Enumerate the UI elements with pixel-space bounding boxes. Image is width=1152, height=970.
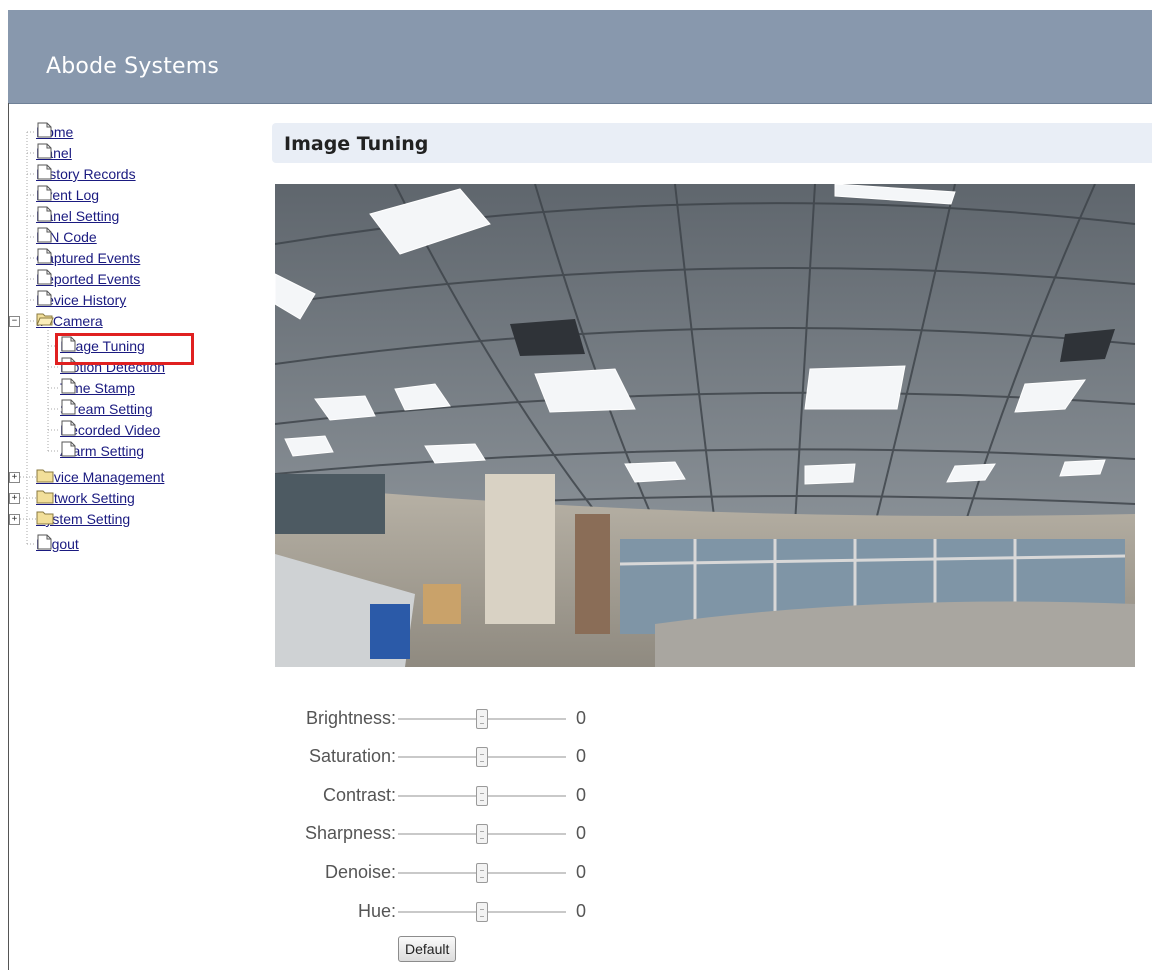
expand-toggle-device-management[interactable]: + [9,472,20,483]
sidebar-tree: Home Panel History Records Event Log Pan… [0,116,250,576]
page-icon [37,290,52,306]
denoise-slider[interactable] [398,863,566,883]
saturation-value: 0 [576,746,587,766]
sharpness-slider-thumb[interactable] [476,824,488,844]
sharpness-label: Sharpness: [304,823,396,843]
brightness-label: Brightness: [305,708,396,728]
folder-icon [36,490,54,504]
page-icon [37,227,52,243]
collapse-toggle-ip-camera[interactable]: − [9,316,20,327]
page-icon [61,336,76,352]
expand-toggle-system-setting[interactable]: + [9,514,20,525]
app-header: Abode Systems [8,10,1152,104]
folder-open-icon [36,313,54,326]
sidebar-item-time-stamp[interactable]: Time Stamp [60,378,135,398]
saturation-slider-row: Saturation: 0 [262,745,622,769]
page-icon [37,269,52,285]
camera-image [275,184,1135,667]
denoise-slider-row: Denoise: 0 [262,861,622,885]
page-icon [37,164,52,180]
page-title: Image Tuning [284,133,429,155]
sharpness-value: 0 [576,823,587,843]
denoise-label: Denoise: [324,862,396,882]
saturation-slider[interactable] [398,747,566,767]
saturation-slider-thumb[interactable] [476,747,488,767]
sidebar-item-device-management[interactable]: Device Management [36,467,164,487]
contrast-slider-thumb[interactable] [476,786,488,806]
sidebar-item-device-history[interactable]: Device History [36,290,126,310]
camera-live-view [275,184,1135,667]
page-icon [61,441,76,457]
sharpness-slider-row: Sharpness: 0 [262,822,622,846]
sidebar-item-history-records[interactable]: History Records [36,164,136,184]
sidebar-item-image-tuning[interactable]: Image Tuning [60,336,145,356]
page-icon [37,248,52,264]
sidebar-item-home[interactable]: Home [36,122,73,142]
expand-toggle-network-setting[interactable]: + [9,493,20,504]
hue-slider[interactable] [398,902,566,922]
hue-value: 0 [576,901,587,921]
sidebar-item-event-log[interactable]: Event Log [36,185,99,205]
brightness-slider[interactable] [398,709,566,729]
brightness-slider-thumb[interactable] [476,709,488,729]
folder-icon [36,469,54,483]
page-icon [37,206,52,222]
page-icon [37,185,52,201]
contrast-slider-row: Contrast: 0 [262,784,622,808]
denoise-value: 0 [576,862,587,882]
contrast-slider[interactable] [398,786,566,806]
page-icon [37,143,52,159]
sidebar-item-panel[interactable]: Panel [36,143,72,163]
page-icon [61,420,76,436]
folder-icon [36,511,54,525]
sidebar-item-pin-code[interactable]: PIN Code [36,227,97,247]
contrast-label: Contrast: [322,785,396,805]
page-icon [37,534,52,550]
contrast-value: 0 [576,785,587,805]
sidebar-item-stream-setting[interactable]: Stream Setting [60,399,153,419]
saturation-label: Saturation: [308,746,396,766]
sidebar-item-system-setting[interactable]: System Setting [36,509,130,529]
page-icon [61,399,76,415]
sidebar-item-logout[interactable]: Logout [36,534,79,554]
default-button[interactable]: Default [398,936,457,962]
page-title-bar: Image Tuning [272,123,1152,163]
sidebar-item-network-setting[interactable]: Network Setting [36,488,135,508]
sharpness-slider[interactable] [398,824,566,844]
brightness-value: 0 [576,708,587,728]
sidebar-item-ip-camera[interactable]: IP Camera [36,311,103,331]
hue-slider-thumb[interactable] [476,902,488,922]
denoise-slider-thumb[interactable] [476,863,488,883]
page-icon [61,357,76,373]
hue-label: Hue: [357,901,396,921]
brightness-slider-row: Brightness: 0 [262,707,622,731]
sidebar-item-recorded-video[interactable]: Recorded Video [60,420,160,440]
page-icon [61,378,76,394]
sidebar-item-captured-events[interactable]: Captured Events [36,248,140,268]
hue-slider-row: Hue: 0 [262,900,622,924]
sidebar-item-reported-events[interactable]: Reported Events [36,269,140,289]
page-icon [37,122,52,138]
brand-title: Abode Systems [46,54,220,79]
sidebar-link-device-management[interactable]: Device Management [36,469,164,485]
sidebar-item-motion-detection[interactable]: Motion Detection [60,357,165,377]
sidebar-item-alarm-setting[interactable]: Alarm Setting [60,441,144,461]
sidebar-item-panel-setting[interactable]: Panel Setting [36,206,119,226]
